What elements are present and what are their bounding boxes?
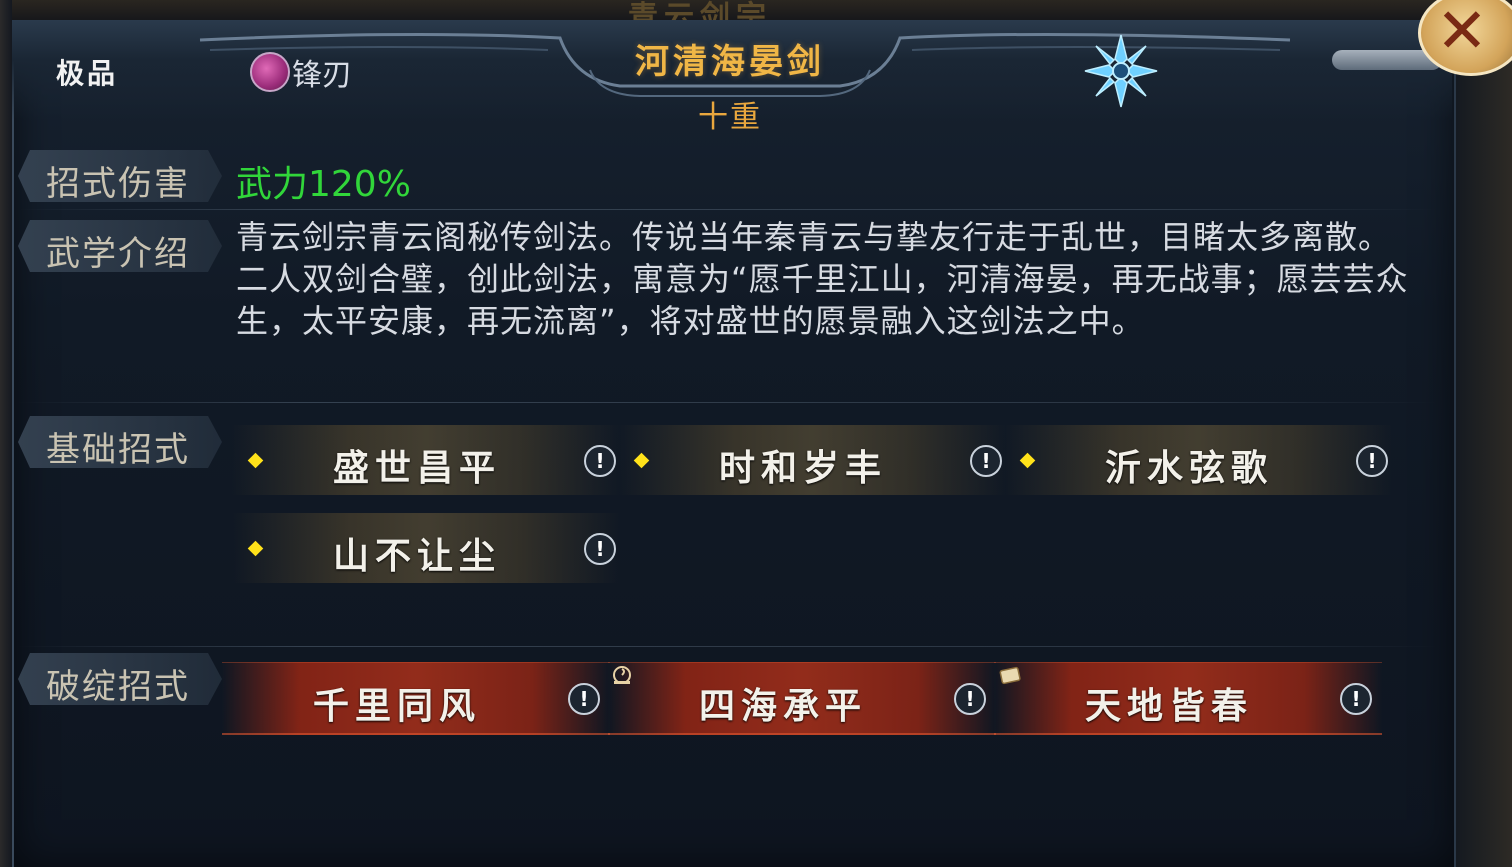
background-right-edge xyxy=(1450,60,1512,867)
move-name: 时和岁丰 xyxy=(718,448,887,489)
skill-level: 十重 xyxy=(698,100,762,135)
diamond-bullet-icon xyxy=(633,452,650,469)
info-icon[interactable]: ! xyxy=(584,445,616,477)
info-icon[interactable]: ! xyxy=(1356,445,1388,477)
divider xyxy=(18,209,1438,210)
snowflake-icon xyxy=(1084,34,1158,108)
intro-section-label: 武学介绍 xyxy=(18,220,222,272)
divider xyxy=(18,402,1438,403)
damage-section-label: 招式伤害 xyxy=(18,150,222,202)
move-name: 千里同风 xyxy=(312,686,481,727)
grade-label: 极品 xyxy=(56,57,119,90)
skill-title: 河清海晏剑 xyxy=(635,42,825,82)
move-name: 沂水弦歌 xyxy=(1104,448,1273,489)
move-name: 天地皆春 xyxy=(1084,686,1253,727)
intro-text: 青云剑宗青云阁秘传剑法。传说当年秦青云与挚友行走于乱世，目睹太多离散。二人双剑合… xyxy=(236,218,1409,340)
close-icon[interactable]: ✕ xyxy=(1436,0,1488,67)
break-move-chip[interactable]: 四海承平 ! xyxy=(608,662,996,735)
move-name: 四海承平 xyxy=(698,686,867,727)
basic-move-chip[interactable]: 山不让尘 ! xyxy=(232,513,620,583)
diamond-bullet-icon xyxy=(247,452,264,469)
basic-moves-section-label: 基础招式 xyxy=(18,416,222,468)
basic-move-chip[interactable]: 时和岁丰 ! xyxy=(618,425,1006,495)
damage-value: 武力120% xyxy=(236,164,411,205)
info-icon[interactable]: ! xyxy=(954,683,986,715)
info-icon[interactable]: ! xyxy=(1340,683,1372,715)
info-icon[interactable]: ! xyxy=(584,533,616,565)
break-moves-section-label: 破绽招式 xyxy=(18,653,222,705)
diamond-bullet-icon xyxy=(247,540,264,557)
break-move-chip[interactable]: 千里同风 ! xyxy=(222,662,610,735)
info-icon[interactable]: ! xyxy=(970,445,1002,477)
weapon-type-label: 锋刃 xyxy=(292,58,352,93)
move-name: 盛世昌平 xyxy=(332,448,501,489)
scroll-icon xyxy=(999,666,1021,685)
divider xyxy=(18,646,1438,647)
swirl-icon xyxy=(613,666,631,684)
move-name: 山不让尘 xyxy=(332,536,501,577)
background-left-edge xyxy=(0,0,12,867)
blade-icon xyxy=(250,52,290,92)
info-icon[interactable]: ! xyxy=(568,683,600,715)
break-move-chip[interactable]: 天地皆春 ! xyxy=(994,662,1382,735)
basic-move-chip[interactable]: 盛世昌平 ! xyxy=(232,425,620,495)
basic-move-chip[interactable]: 沂水弦歌 ! xyxy=(1004,425,1392,495)
diamond-bullet-icon xyxy=(1019,452,1036,469)
